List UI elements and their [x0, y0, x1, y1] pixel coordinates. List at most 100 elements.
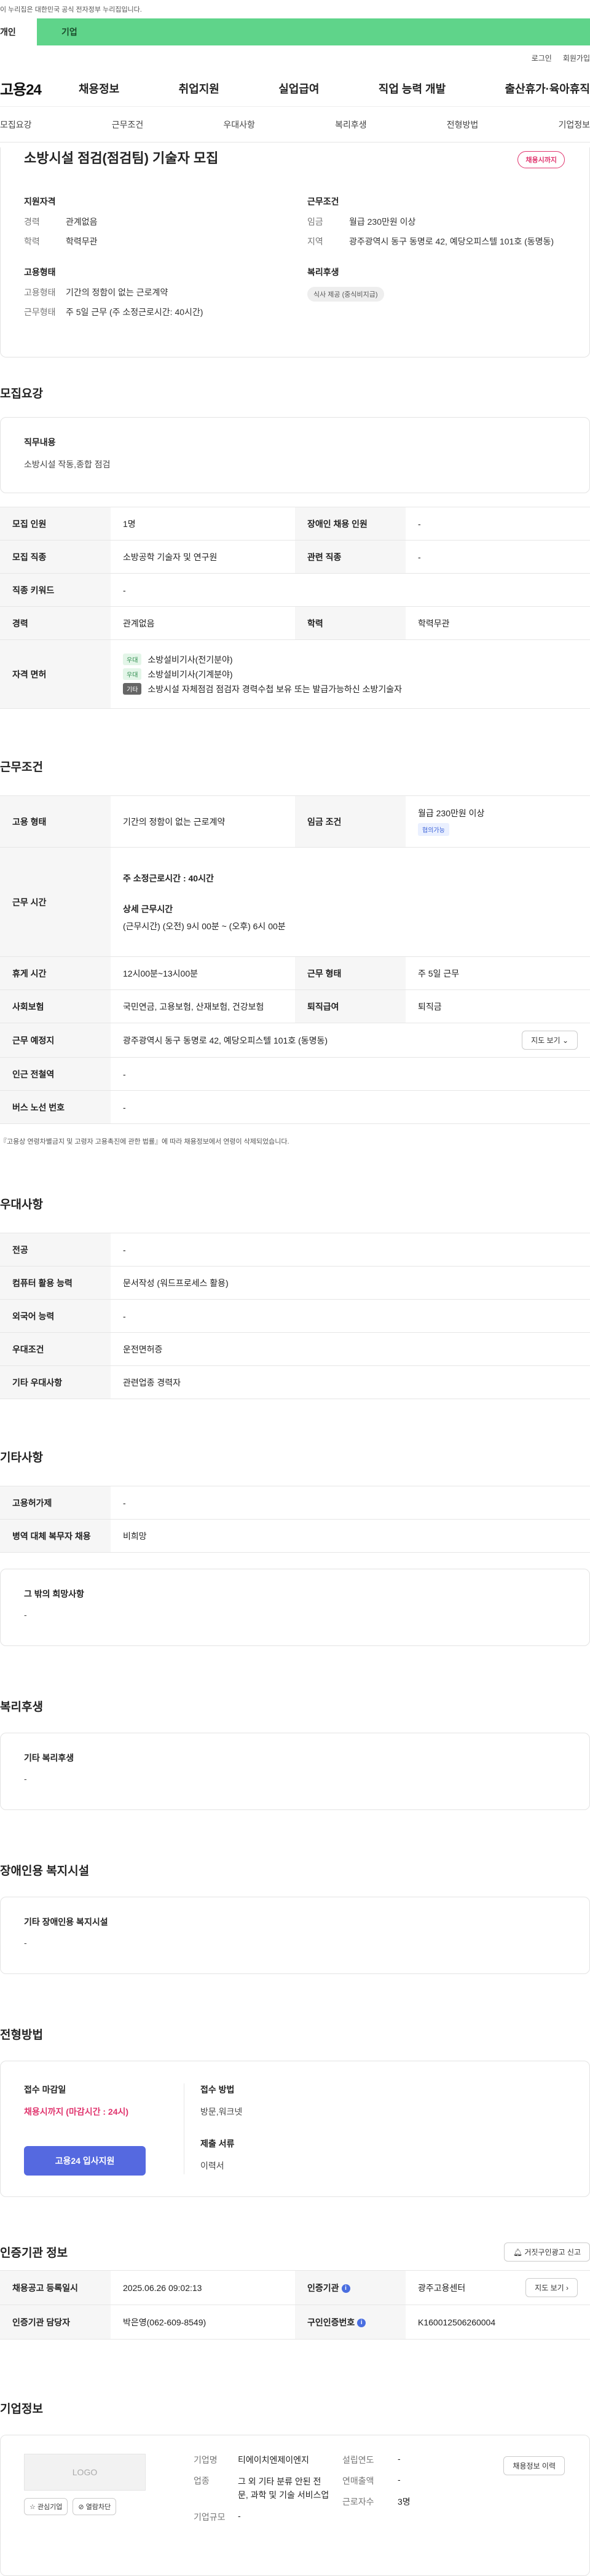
- favorite-company-label: 관심기업: [37, 2504, 63, 2511]
- industry-value: 그 외 기타 분류 안된 전문, 과학 및 기술 서비스업: [238, 2476, 329, 2500]
- table-row: 고용허가제 -: [0, 1486, 590, 1520]
- table-row: 휴게 시간 12시00분~13시00분 근무 형태 주 5일 근무: [0, 956, 590, 990]
- employment-type-label: 고용형태: [24, 287, 56, 298]
- block-view-button[interactable]: ⊘ 열람차단: [73, 2498, 117, 2515]
- apply-button[interactable]: 고용24 입사지원: [24, 2146, 146, 2176]
- bus-value: -: [111, 1090, 590, 1124]
- duty-value: 소방시설 작동,종합 점검: [24, 459, 111, 469]
- tab-welfare[interactable]: 복리후생: [335, 119, 367, 131]
- break-value: 12시00분~13시00분: [111, 956, 295, 990]
- tab-recruit[interactable]: 모집요강: [0, 119, 32, 131]
- report-fake-ad-button[interactable]: 🔔︎ 거짓구인광고 신고: [503, 2242, 590, 2262]
- prefer-table: 전공 - 컴퓨터 활용 능력 문서작성 (워드프로세스 활용) 외국어 능력 - 우대…: [0, 1233, 590, 1399]
- block-icon: ⊘: [78, 2504, 84, 2511]
- education-row-value: 학력무관: [406, 606, 590, 640]
- table-row: 병역 대체 복무자 채용 비희망: [0, 1519, 590, 1553]
- work-form-row-value: 주 5일 근무: [406, 956, 590, 990]
- region-label: 지역: [307, 236, 323, 246]
- permit-value: -: [111, 1486, 590, 1520]
- block-view-label: 열람차단: [85, 2504, 111, 2511]
- company-name-value: 티에이치엔제이엔지: [238, 2455, 309, 2465]
- documents-value: 이력서: [200, 2161, 224, 2171]
- method-value: 방문,워크넷: [200, 2107, 243, 2117]
- tab-company[interactable]: 기업정보: [558, 119, 590, 131]
- favorite-company-button[interactable]: ☆ 관심기업: [24, 2498, 68, 2515]
- tab-screening[interactable]: 전형방법: [447, 119, 479, 131]
- tab-preferences[interactable]: 우대사항: [223, 119, 255, 131]
- section-title-work: 근무조건: [0, 761, 43, 774]
- chevron-down-icon: ⌄: [562, 1036, 568, 1045]
- job-history-button[interactable]: 채용정보 이력: [503, 2456, 565, 2475]
- signup-link[interactable]: 회원가입: [563, 53, 590, 63]
- break-label: 휴게 시간: [0, 956, 111, 990]
- etc-table: 고용허가제 - 병역 대체 복무자 채용 비희망: [0, 1486, 590, 1553]
- cert-number-label: 구인인증번호: [307, 2317, 355, 2327]
- major-label: 전공: [0, 1233, 111, 1267]
- tab-company[interactable]: 기업: [37, 18, 590, 45]
- wish-heading: 그 밖의 희망사항: [24, 1589, 84, 1599]
- license-label: 자격 면허: [0, 639, 111, 709]
- login-link[interactable]: 로그인: [532, 53, 552, 63]
- section-title-prefer: 우대사항: [0, 1198, 43, 1211]
- gnb-item-employment-support[interactable]: 취업지원: [179, 80, 219, 96]
- global-nav: 고용24 채용정보 취업지원 실업급여 직업 능력 개발 출산휴가·육아휴직: [0, 70, 590, 107]
- cert-table: 채용공고 등록일시 2025.06.26 09:02:13 인증기관 i 광주고용…: [0, 2270, 590, 2340]
- military-label: 병역 대체 복무자 채용: [0, 1519, 111, 1553]
- license-text: 소방설비기사(기계분야): [148, 669, 233, 679]
- emp-type-value: 기간의 정함이 없는 근로계약: [111, 795, 295, 848]
- sales-value: -: [398, 2475, 401, 2484]
- table-row: 컴퓨터 활용 능력 문서작성 (워드프로세스 활용): [0, 1266, 590, 1300]
- license-tag: 기타: [123, 683, 142, 695]
- tab-work-conditions[interactable]: 근무조건: [112, 119, 144, 131]
- disabled-facilities-heading: 기타 장애인용 복지시설: [24, 1917, 108, 1927]
- license-text: 소방시설 자체점검 점검자 경력수첩 보유 또는 발급가능하신 소방기술자: [148, 684, 403, 694]
- list-item: 우대 소방설비기사(전기분야): [123, 654, 578, 666]
- work-form-value: 주 5일 근무 (주 소정근로시간: 40시간): [66, 306, 203, 317]
- section-title-screening: 전형방법: [0, 2029, 43, 2042]
- section-title-disabled-facilities: 장애인용 복지시설: [0, 1865, 90, 1878]
- work-table: 고용 형태 기간의 정함이 없는 근로계약 임금 조건 월급 230만원 이상 …: [0, 795, 590, 1124]
- gnb-item-vocational-training[interactable]: 직업 능력 개발: [379, 80, 446, 96]
- tab-personal[interactable]: 개인: [0, 18, 37, 45]
- list-item: 우대 소방설비기사(기계분야): [123, 668, 578, 681]
- chevron-right-icon: ›: [566, 2284, 568, 2292]
- workplace-value: 광주광역시 동구 동명로 42, 예당오피스텔 101호 (동명동): [123, 1035, 328, 1045]
- prefer-cond-label: 우대조건: [0, 1332, 111, 1366]
- duty-heading: 직무내용: [24, 437, 56, 447]
- career-value: 관계없음: [66, 217, 98, 227]
- agency-value: 광주고용센터: [418, 2282, 466, 2293]
- job-type-value: 소방공학 기술자 및 연구원: [111, 540, 295, 574]
- company-size-label: 기업규모: [194, 2512, 226, 2522]
- work-form-row-label: 근무 형태: [295, 956, 406, 990]
- age-note: 『고용상 연령차별금지 및 고령자 고용촉진에 관한 법률』에 따라 채용정보에…: [0, 1138, 289, 1146]
- gnb-item-parental-leave[interactable]: 출산휴가·육아휴직: [505, 80, 590, 96]
- gnb-item-jobs[interactable]: 채용정보: [79, 80, 119, 96]
- agency-map-button[interactable]: 지도 보기 ›: [525, 2278, 578, 2297]
- license-list: 우대 소방설비기사(전기분야) 우대 소방설비기사(기계분야) 기타 소방시설 자체점…: [111, 639, 590, 709]
- bell-icon: 🔔︎: [513, 2248, 522, 2257]
- info-icon[interactable]: i: [341, 2284, 350, 2293]
- map-button[interactable]: 지도 보기 ⌄: [522, 1031, 578, 1050]
- license-tag: 우대: [123, 654, 142, 665]
- wish-box: 그 밖의 희망사항 -: [0, 1569, 590, 1646]
- career-row-label: 경력: [0, 606, 111, 640]
- employment-heading: 고용형태: [24, 267, 56, 278]
- table-row: 직종 키워드 -: [0, 573, 590, 607]
- gnb-item-unemployment-benefit[interactable]: 실업급여: [278, 80, 319, 96]
- deadline-heading: 접수 마감일: [24, 2085, 66, 2094]
- table-row: 전공 -: [0, 1233, 590, 1267]
- recruit-table: 모집 인원 1명 장애인 채용 인원 - 모집 직종 소방공학 기술자 및 연구…: [0, 507, 590, 709]
- welfare-box: 기타 복리후생 -: [0, 1733, 590, 1810]
- agency-label: 인증기관: [307, 2282, 339, 2293]
- method-heading: 접수 방법: [200, 2085, 235, 2094]
- table-row: 버스 노선 번호 -: [0, 1090, 590, 1124]
- utility-menu: 로그인 회원가입: [0, 45, 590, 70]
- info-icon[interactable]: i: [357, 2318, 366, 2327]
- table-row: 고용 형태 기간의 정함이 없는 근로계약 임금 조건 월급 230만원 이상 …: [0, 795, 590, 848]
- deadline-badge: 채용시까지: [517, 151, 565, 168]
- list-item: 기타 소방시설 자체점검 점검자 경력수첩 보유 또는 발급가능하신 소방기술자: [123, 683, 578, 695]
- pc-skill-value: 문서작성 (워드프로세스 활용): [111, 1266, 590, 1300]
- wage-label: 임금: [307, 217, 323, 227]
- site-logo[interactable]: 고용24: [0, 77, 79, 99]
- table-row: 인근 전철역 -: [0, 1057, 590, 1091]
